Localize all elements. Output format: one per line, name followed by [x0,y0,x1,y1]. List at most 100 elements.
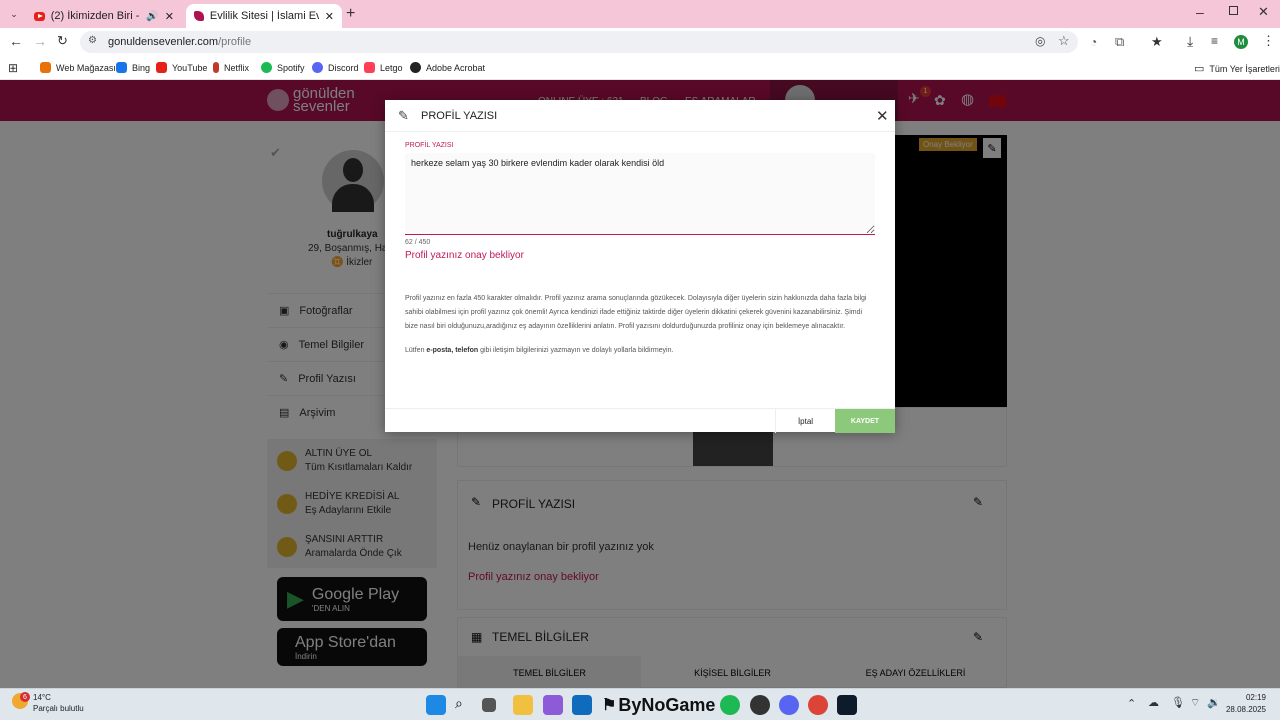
forward-icon[interactable]: → [33,33,47,49]
store-icon [40,62,51,73]
cancel-button[interactable]: İptal [775,409,835,433]
status-text: Profil yazınız onay bekliyor [405,250,524,261]
address-bar[interactable]: ⚙ gonuldensevenler.com/profile ◎ ☆ [80,31,1078,53]
bookmark-web-magazasi[interactable]: Web Mağazası [40,62,116,73]
tab-youtube[interactable]: (2) İkimizden Biri - YouTube 🔊 ✕ [26,4,182,28]
edit-icon: ✎ [398,108,409,123]
bynogame-logo-icon: ⚑ [602,697,617,714]
close-icon[interactable]: ✕ [876,107,889,125]
site-favicon-icon [194,11,204,21]
maximize-icon[interactable] [1229,6,1238,15]
profile-textarea[interactable]: herkeze selam yaş 30 birkere evlendim ka… [405,153,875,235]
reload-icon[interactable]: ↻ [57,33,68,49]
bookmark-label: Spotify [277,62,305,73]
menu-kebab-icon[interactable]: ⋮ [1262,33,1275,49]
warning-suffix: gibi iletişim bilgilerinizi yazmayın ve … [478,347,674,354]
bookmark-label: Tüm Yer İşaretleri [1209,63,1280,74]
discord-icon[interactable] [779,695,799,715]
url-host: gonuldensevenler.com [108,36,219,48]
store-icon[interactable] [572,695,592,715]
profile-avatar[interactable]: M [1234,35,1248,49]
letgo-icon [364,62,375,73]
warning-text: Lütfen e-posta, telefon gibi iletişim bi… [405,344,867,358]
tab-title: (2) İkimizden Biri - YouTube [50,10,141,22]
netflix-icon [213,62,219,73]
extension-icon[interactable]: ◔ [1090,35,1097,49]
star-icon[interactable]: ☆ [1058,33,1070,49]
start-windows-icon[interactable] [426,695,446,715]
steam-icon[interactable] [750,695,770,715]
bookmark-label: Web Mağazası [56,62,116,73]
bookmark-label: Bing [132,62,151,73]
minimize-icon[interactable]: – [1196,4,1204,20]
file-explorer-icon[interactable] [513,695,533,715]
profile-text-modal: ✎ PROFİL YAZISI ✕ PROFİL YAZISI herkeze … [385,100,895,433]
clock-date[interactable]: 28.08.2025 [1225,705,1266,714]
bookmark-adobe[interactable]: Adobe Acrobat [410,62,485,73]
back-icon[interactable]: ← [9,33,23,49]
info-text: Profil yazınız en fazla 450 karakter olm… [405,295,867,330]
profile-initial: M [1237,37,1245,47]
close-tab-icon[interactable]: ✕ [325,10,334,23]
warning-prefix: Lütfen [405,347,427,354]
field-label: PROFİL YAZISI [405,142,454,149]
weather-badge: 6 [20,692,30,702]
task-view-icon[interactable] [482,698,496,712]
bookmark-netflix[interactable]: Netflix [213,62,249,73]
volume-icon[interactable]: 🔉 [1207,696,1221,709]
apps-grid-icon[interactable]: ⊞ [8,61,18,75]
bookmark-spotify[interactable]: Spotify [261,62,305,73]
clock-time[interactable]: 02:19 [1230,693,1266,702]
network-icon[interactable]: ⌔ [1190,696,1200,710]
modal-title: PROFİL YAZISI [421,110,498,122]
bing-icon [116,62,127,73]
site-info-icon[interactable]: ⚙ [88,35,97,46]
eye-off-icon[interactable]: ◎ [1035,34,1045,48]
microphone-icon[interactable]: 🎙 [1171,696,1185,709]
speaker-icon[interactable]: 🔊 [146,11,158,22]
bookmark-letgo[interactable]: Letgo [364,62,403,73]
youtube-icon [156,62,167,73]
media-icon[interactable]: ≡ [1211,34,1218,48]
all-bookmarks[interactable]: ▭ Tüm Yer İşaretleri [1194,62,1280,75]
search-icon[interactable]: ⌕ [455,695,475,715]
close-tab-icon[interactable]: ✕ [165,10,174,23]
youtube-favicon-icon [34,11,45,21]
favorites-icon[interactable]: ★ [1151,34,1163,50]
weather-temp: 14°C [33,693,51,702]
url-path: /profile [218,36,252,48]
download-icon[interactable]: ⤓ [1187,33,1193,50]
spotify-icon[interactable] [720,695,740,715]
acrobat-icon [410,62,421,73]
spotify-icon [261,62,272,73]
warning-bold: e-posta, telefon [426,347,479,354]
bookmark-discord[interactable]: Discord [312,62,359,73]
gaming-app-icon[interactable] [837,695,857,715]
bookmark-label: YouTube [172,62,208,73]
bookmark-label: Letgo [380,62,403,73]
tab-search-chevron-icon[interactable]: ⌄ [6,7,22,21]
browser-tab-strip: ⌄ (2) İkimizden Biri - YouTube 🔊 ✕ Evlil… [0,0,1280,28]
tab-evlilik[interactable]: Evlilik Sitesi | İslami Evlilik Sitesi ✕ [186,4,342,28]
folder-icon: ▭ [1194,63,1205,75]
weather-desc: Parçalı bulutlu [33,704,84,713]
cloud-icon[interactable]: ☁ [1148,696,1159,709]
new-tab-icon[interactable]: + [346,5,355,23]
tab-title: Evlilik Sitesi | İslami Evlilik Sitesi [209,10,319,22]
bynogame-app[interactable]: ⚑ ByNoGame [602,693,715,717]
bynogame-label: ByNoGame [618,694,716,715]
chrome-icon[interactable] [808,695,828,715]
bookmark-youtube[interactable]: YouTube [156,62,207,73]
bookmark-label: Discord [328,62,359,73]
puzzle-icon[interactable]: ⧉ [1115,34,1124,50]
chevron-up-icon[interactable]: ⌃ [1127,697,1136,710]
copilot-icon[interactable] [543,695,563,715]
windows-taskbar: 6 14°C Parçalı bulutlu ⌕ ⚑ ByNoGame ⌃ ☁ 🎙… [0,688,1280,720]
bookmarks-bar: ⊞ Web Mağazası Bing YouTube Netflix Spot… [0,56,1280,80]
bookmark-bing[interactable]: Bing [116,62,150,73]
save-button[interactable]: KAYDET [835,409,895,433]
close-window-icon[interactable]: ✕ [1258,4,1269,20]
bookmark-label: Adobe Acrobat [426,62,486,73]
discord-icon [312,62,323,73]
char-counter: 62 / 450 [405,239,431,246]
